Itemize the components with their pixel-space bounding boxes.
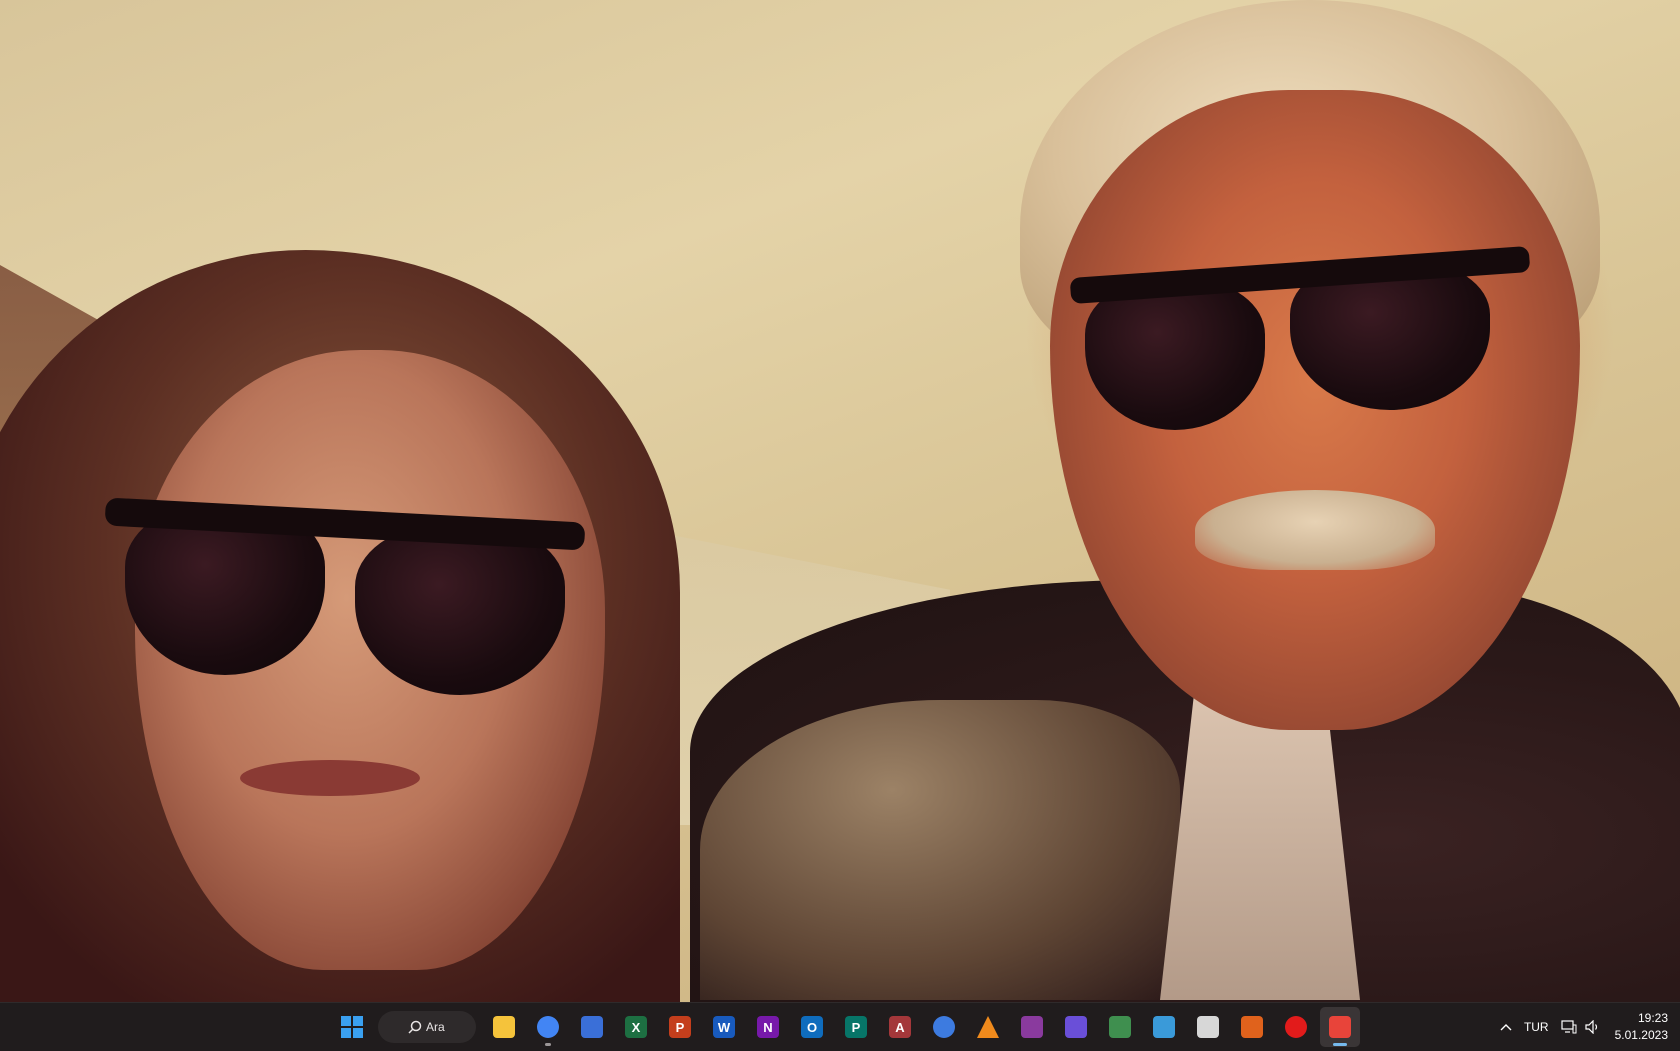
taskbar-app-app-purple-chip[interactable] <box>1056 1007 1096 1047</box>
taskbar-app-file-explorer[interactable] <box>484 1007 524 1047</box>
access-glyph: A <box>895 1019 905 1035</box>
taskbar-app-snipping-tool[interactable] <box>1320 1007 1360 1047</box>
photos-icon <box>1109 1016 1131 1038</box>
language-label: TUR <box>1523 1020 1549 1034</box>
network-icon <box>1561 1020 1577 1034</box>
taskbar-app-app-screen[interactable] <box>1144 1007 1184 1047</box>
search-icon <box>408 1020 422 1034</box>
taskbar-app-screen-recorder[interactable] <box>1276 1007 1316 1047</box>
chrome-icon <box>537 1016 559 1038</box>
windows-logo-icon <box>341 1016 363 1038</box>
access-icon: A <box>889 1016 911 1038</box>
start-button[interactable] <box>332 1007 372 1047</box>
search-label: Ara <box>426 1020 445 1034</box>
taskbar-app-app-blue-circle[interactable] <box>924 1007 964 1047</box>
taskbar-app-microsoft-store[interactable] <box>572 1007 612 1047</box>
taskbar-app-chrome[interactable] <box>528 1007 568 1047</box>
word-glyph: W <box>717 1019 731 1035</box>
clock-time: 19:23 <box>1637 1011 1668 1025</box>
girl-lips <box>240 760 420 796</box>
quick-settings-button[interactable] <box>1555 1007 1607 1047</box>
excel-glyph: X <box>631 1019 641 1035</box>
excel-icon: X <box>625 1016 647 1038</box>
word-icon: W <box>713 1016 735 1038</box>
powerpoint-icon: P <box>669 1016 691 1038</box>
onenote-icon: N <box>757 1016 779 1038</box>
taskbar-apps: Ara X P W N O P A <box>330 1003 1362 1051</box>
taskbar-app-onenote[interactable]: N <box>748 1007 788 1047</box>
taskbar-app-word[interactable]: W <box>704 1007 744 1047</box>
desktop-wallpaper <box>0 0 1680 1002</box>
app-screen-icon <box>1153 1016 1175 1038</box>
publisher-icon: P <box>845 1016 867 1038</box>
man-jacket-highlight <box>700 700 1180 1000</box>
app-blue-circle-icon <box>933 1016 955 1038</box>
file-explorer-icon <box>493 1016 515 1038</box>
chevron-up-icon <box>1500 1024 1512 1031</box>
taskbar-app-app-orange-blue[interactable] <box>1232 1007 1272 1047</box>
system-tray: TUR 19:23 5.01.2023 <box>1494 1003 1680 1051</box>
publisher-glyph: P <box>851 1019 861 1035</box>
taskbar-app-photos[interactable] <box>1100 1007 1140 1047</box>
vlc-icon <box>977 1016 999 1038</box>
snipping-tool-icon <box>1329 1016 1351 1038</box>
taskbar-app-outlook[interactable]: O <box>792 1007 832 1047</box>
onenote-glyph: N <box>763 1019 773 1035</box>
taskbar-app-powerpoint[interactable]: P <box>660 1007 700 1047</box>
taskbar-app-access[interactable]: A <box>880 1007 920 1047</box>
taskbar-app-app-notes[interactable] <box>1188 1007 1228 1047</box>
language-indicator[interactable]: TUR <box>1518 1007 1555 1047</box>
clock-button[interactable]: 19:23 5.01.2023 <box>1607 1007 1680 1047</box>
microsoft-store-icon <box>581 1016 603 1038</box>
outlook-glyph: O <box>806 1019 818 1035</box>
show-hidden-icons-button[interactable] <box>1494 1007 1518 1047</box>
outlook-icon: O <box>801 1016 823 1038</box>
man-mustache <box>1195 490 1435 570</box>
taskbar-app-publisher[interactable]: P <box>836 1007 876 1047</box>
taskbar-app-excel[interactable]: X <box>616 1007 656 1047</box>
volume-icon <box>1585 1020 1597 1034</box>
taskbar-app-winrar[interactable] <box>1012 1007 1052 1047</box>
app-notes-icon <box>1197 1016 1219 1038</box>
taskbar-app-vlc[interactable] <box>968 1007 1008 1047</box>
search-button[interactable]: Ara <box>378 1011 476 1043</box>
screen-recorder-icon <box>1285 1016 1307 1038</box>
app-purple-chip-icon <box>1065 1016 1087 1038</box>
powerpoint-glyph: P <box>675 1019 685 1035</box>
clock-date: 5.01.2023 <box>1614 1028 1668 1042</box>
taskbar: Ara XPWNOPA TUR 19:23 5.01.2023 <box>0 1002 1680 1051</box>
app-orange-blue-icon <box>1241 1016 1263 1038</box>
winrar-icon <box>1021 1016 1043 1038</box>
